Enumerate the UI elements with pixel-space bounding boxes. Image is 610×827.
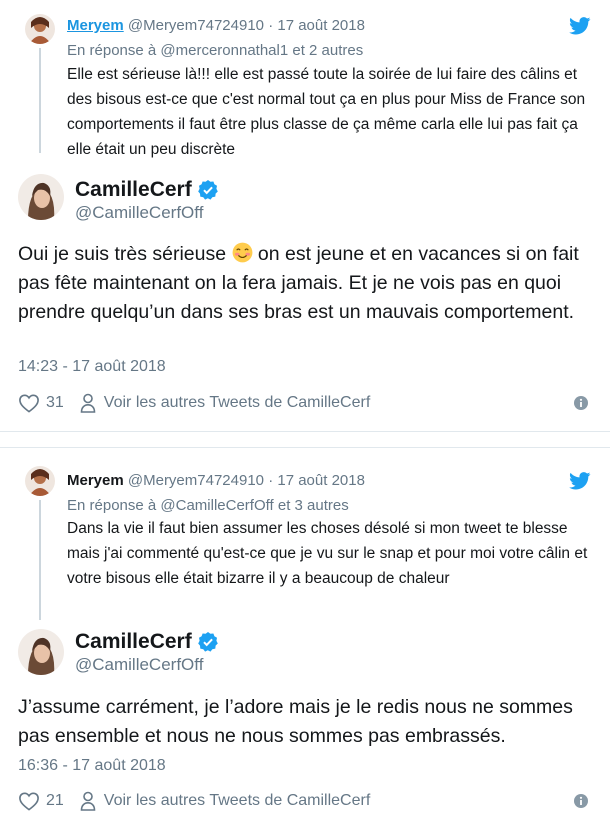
author-handle[interactable]: @CamilleCerfOff: [75, 203, 203, 223]
separator-dot: ·: [268, 472, 274, 489]
tweet-text-part1: Oui je suis très sérieuse: [18, 243, 232, 265]
parent-header: Meryem @Meryem74724910 · 17 août 2018: [67, 472, 365, 489]
verified-badge-icon: [197, 180, 218, 200]
thread-line: [39, 48, 41, 153]
author-avatar[interactable]: [18, 174, 64, 220]
parent-author-name[interactable]: Meryem: [67, 17, 124, 34]
twitter-bird-icon[interactable]: [569, 472, 591, 490]
reply-context[interactable]: En réponse à @merceronnathal1 et 2 autre…: [67, 42, 363, 59]
see-more-link[interactable]: Voir les autres Tweets de CamilleCerf: [104, 792, 370, 810]
smiling-face-emoji: [232, 242, 252, 263]
verified-badge-icon: [197, 632, 218, 652]
tweet-actions: 31 Voir les autres Tweets de CamilleCerf: [18, 391, 598, 415]
avatar-icon: [25, 466, 55, 496]
parent-author-handle[interactable]: @Meryem74724910: [128, 17, 264, 34]
tweet-timestamp[interactable]: 14:23 - 17 août 2018: [18, 358, 166, 376]
info-icon[interactable]: [574, 794, 588, 808]
heart-icon[interactable]: [18, 791, 40, 811]
see-more-link[interactable]: Voir les autres Tweets de CamilleCerf: [104, 394, 370, 412]
author-name[interactable]: CamilleCerf: [75, 178, 218, 202]
parent-date[interactable]: 17 août 2018: [277, 472, 365, 489]
parent-header: Meryem @Meryem74724910 · 17 août 2018: [67, 17, 365, 34]
parent-date[interactable]: 17 août 2018: [277, 17, 365, 34]
twitter-bird-icon[interactable]: [569, 17, 591, 35]
tweet-embed: Meryem @Meryem74724910 · 17 août 2018 En…: [0, 449, 610, 827]
parent-avatar[interactable]: [25, 466, 55, 496]
person-icon[interactable]: [80, 791, 96, 811]
divider: [0, 447, 610, 448]
tweet-actions: 21 Voir les autres Tweets de CamilleCerf: [18, 789, 598, 813]
divider: [0, 431, 610, 432]
reply-context[interactable]: En réponse à @CamilleCerfOff et 3 autres: [67, 497, 349, 514]
author-avatar[interactable]: [18, 629, 64, 675]
author-name-text: CamilleCerf: [75, 630, 192, 653]
parent-avatar[interactable]: [25, 14, 55, 44]
author-name[interactable]: CamilleCerf: [75, 630, 218, 654]
person-icon[interactable]: [80, 393, 96, 413]
tweet-text: J’assume carrément, je l’adore mais je l…: [18, 696, 573, 747]
parent-author-handle[interactable]: @Meryem74724910: [128, 472, 264, 489]
parent-tweet-text: Elle est sérieuse là!!! elle est passé t…: [67, 66, 586, 158]
heart-icon[interactable]: [18, 393, 40, 413]
author-name-text: CamilleCerf: [75, 178, 192, 201]
thread-line: [39, 500, 41, 620]
parent-author-name[interactable]: Meryem: [67, 472, 124, 489]
avatar-icon: [18, 174, 64, 220]
info-icon[interactable]: [574, 396, 588, 410]
tweet-text: Oui je suis très sérieuse on est jeune e…: [18, 240, 598, 327]
parent-tweet-text: Dans la vie il faut bien assumer les cho…: [67, 520, 588, 587]
author-handle[interactable]: @CamilleCerfOff: [75, 655, 203, 675]
separator-dot: ·: [268, 17, 274, 34]
like-count[interactable]: 31: [46, 394, 64, 412]
tweet-embed: Meryem @Meryem74724910 · 17 août 2018 En…: [0, 0, 610, 430]
avatar-icon: [18, 629, 64, 675]
tweet-timestamp[interactable]: 16:36 - 17 août 2018: [18, 757, 166, 775]
avatar-icon: [25, 14, 55, 44]
like-count[interactable]: 21: [46, 792, 64, 810]
